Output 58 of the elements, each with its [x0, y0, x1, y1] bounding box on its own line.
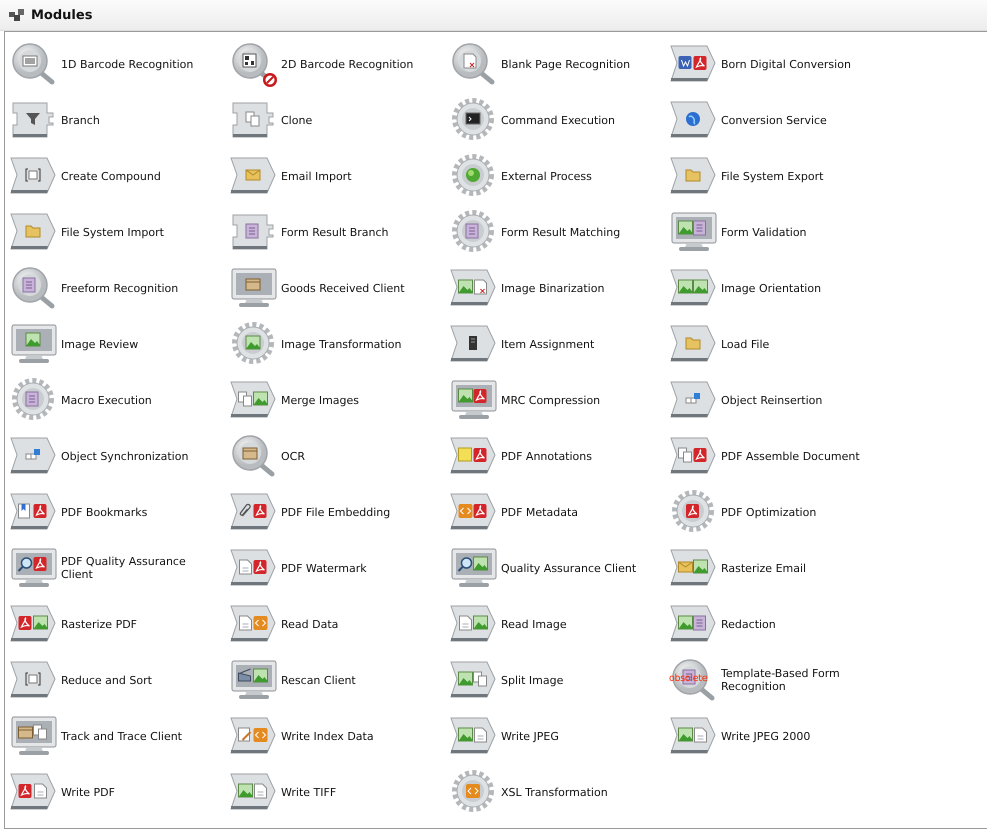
- module-label[interactable]: Email Import: [281, 170, 352, 182]
- module-label[interactable]: OCR: [281, 450, 305, 462]
- module-label[interactable]: External Process: [501, 170, 592, 182]
- module-label[interactable]: PDF Bookmarks: [61, 506, 148, 518]
- module-label[interactable]: PDF File Embedding: [281, 506, 390, 518]
- module-label[interactable]: Conversion Service: [721, 114, 827, 126]
- module-label[interactable]: Item Assignment: [501, 338, 594, 350]
- module-label[interactable]: Write Index Data: [281, 730, 374, 742]
- panel-title: Modules: [31, 8, 92, 22]
- modules-icon: [9, 8, 25, 22]
- module-label[interactable]: Template-Based Form Recognition: [721, 667, 879, 693]
- module-label[interactable]: Blank Page Recognition: [501, 58, 630, 70]
- module-label[interactable]: XSL Transformation: [501, 786, 608, 798]
- module-label[interactable]: Quality Assurance Client: [501, 562, 636, 574]
- module-label[interactable]: Write JPEG: [501, 730, 559, 742]
- module-label[interactable]: Form Validation: [721, 226, 807, 238]
- module-label[interactable]: PDF Annotations: [501, 450, 592, 462]
- module-label[interactable]: PDF Quality Assurance Client: [61, 555, 219, 581]
- module-label[interactable]: Object Synchronization: [61, 450, 188, 462]
- module-label[interactable]: MRC Compression: [501, 394, 600, 406]
- module-label[interactable]: Split Image: [501, 674, 564, 686]
- module-label[interactable]: Command Execution: [501, 114, 616, 126]
- module-label[interactable]: Clone: [281, 114, 312, 126]
- module-label[interactable]: PDF Metadata: [501, 506, 578, 518]
- module-label[interactable]: File System Import: [61, 226, 164, 238]
- module-label[interactable]: Form Result Matching: [501, 226, 620, 238]
- module-label[interactable]: Read Data: [281, 618, 338, 630]
- module-label[interactable]: Redaction: [721, 618, 776, 630]
- module-label[interactable]: Rasterize Email: [721, 562, 806, 574]
- module-label[interactable]: Reduce and Sort: [61, 674, 152, 686]
- module-label[interactable]: Merge Images: [281, 394, 360, 406]
- module-label[interactable]: 2D Barcode Recognition: [281, 58, 414, 70]
- module-label[interactable]: Write PDF: [61, 786, 115, 798]
- module-label[interactable]: Rasterize PDF: [61, 618, 138, 630]
- module-label[interactable]: Rescan Client: [281, 674, 356, 686]
- module-label[interactable]: Goods Received Client: [281, 282, 405, 294]
- module-label[interactable]: Image Transformation: [281, 338, 402, 350]
- module-label[interactable]: Form Result Branch: [281, 226, 388, 238]
- module-label[interactable]: File System Export: [721, 170, 824, 182]
- module-label[interactable]: Macro Execution: [61, 394, 152, 406]
- module-label[interactable]: Read Image: [501, 618, 567, 630]
- module-label[interactable]: Born Digital Conversion: [721, 58, 851, 70]
- module-label[interactable]: Image Review: [61, 338, 138, 350]
- module-label[interactable]: PDF Optimization: [721, 506, 816, 518]
- module-label[interactable]: PDF Watermark: [281, 562, 367, 574]
- module-label[interactable]: Track and Trace Client: [61, 730, 182, 742]
- module-label[interactable]: Write TIFF: [281, 786, 336, 798]
- module-label[interactable]: Image Orientation: [721, 282, 822, 294]
- obsolete-label: obsolete: [669, 672, 708, 686]
- module-label[interactable]: Create Compound: [61, 170, 161, 182]
- module-label[interactable]: Object Reinsertion: [721, 394, 822, 406]
- module-label[interactable]: PDF Assemble Document: [721, 450, 860, 462]
- module-label[interactable]: Write JPEG 2000: [721, 730, 810, 742]
- module-label[interactable]: Branch: [61, 114, 100, 126]
- module-label[interactable]: 1D Barcode Recognition: [61, 58, 194, 70]
- module-label[interactable]: Freeform Recognition: [61, 282, 178, 294]
- module-label[interactable]: Load File: [721, 338, 770, 350]
- module-label[interactable]: Image Binarization: [501, 282, 604, 294]
